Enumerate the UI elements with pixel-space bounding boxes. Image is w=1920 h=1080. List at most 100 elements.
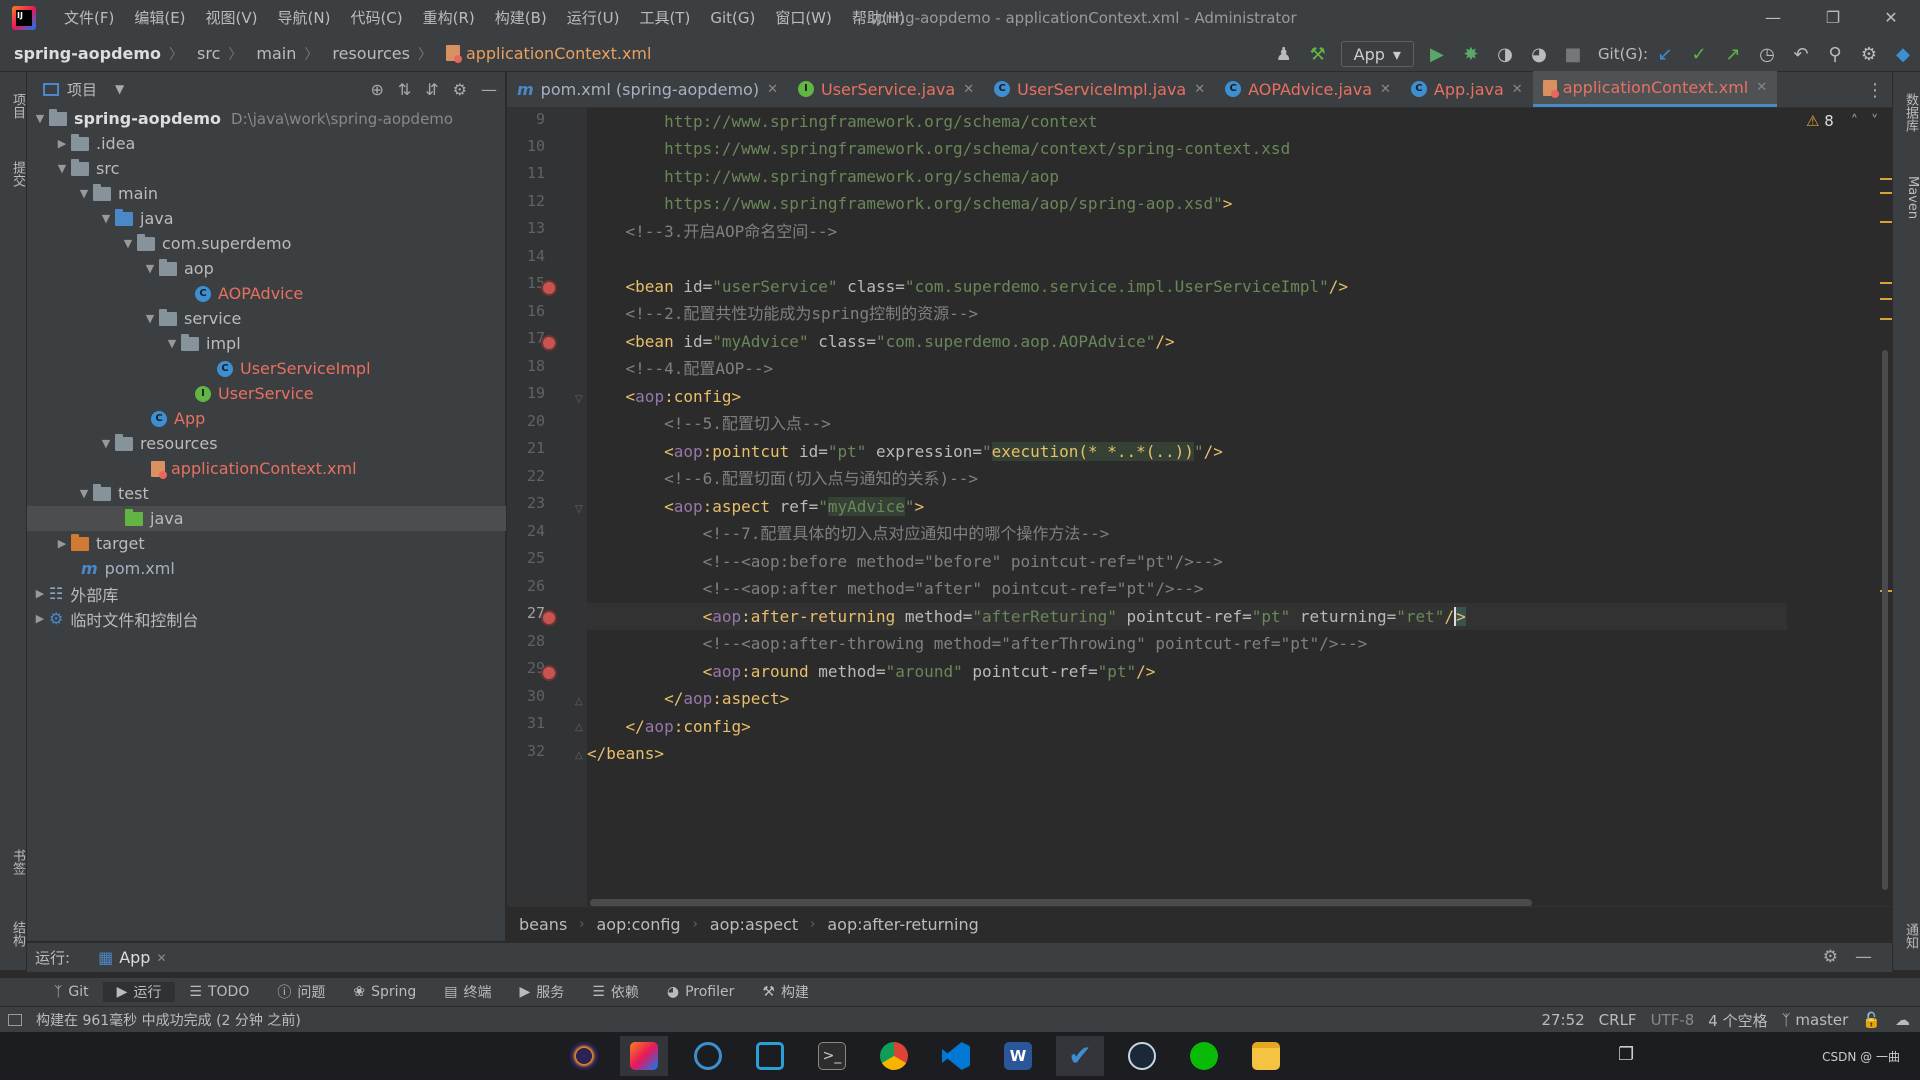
- build-hammer-icon[interactable]: ⚒: [1301, 36, 1335, 72]
- tool-tab-maven[interactable]: Maven: [1893, 168, 1920, 228]
- menu-code[interactable]: 代码(C): [340, 0, 412, 36]
- tree-node-service[interactable]: ▼ service: [27, 306, 506, 331]
- chevron-down-icon[interactable]: ▼: [75, 187, 93, 200]
- tool-terminal[interactable]: ▤ 终端: [430, 982, 505, 1002]
- tree-node-target[interactable]: ▶ target: [27, 531, 506, 556]
- chevron-down-icon[interactable]: ▼: [75, 487, 93, 500]
- chrome-icon[interactable]: [870, 1036, 918, 1076]
- chevron-right-icon[interactable]: ▶: [53, 537, 71, 550]
- close-icon[interactable]: ✕: [1194, 82, 1205, 97]
- gear-icon[interactable]: ⚙: [453, 80, 467, 99]
- tree-node-resources[interactable]: ▼ resources: [27, 431, 506, 456]
- tree-node-aop[interactable]: ▼ aop: [27, 256, 506, 281]
- tab-userserviceimpl[interactable]: C UserServiceImpl.java ✕: [984, 71, 1215, 107]
- tab-app[interactable]: C App.java ✕: [1401, 71, 1533, 107]
- indent-setting[interactable]: 4 个空格: [1708, 1010, 1767, 1031]
- close-window-button[interactable]: ✕: [1862, 0, 1920, 36]
- fold-icon[interactable]: ▽: [575, 394, 583, 405]
- profile-icon[interactable]: ◕: [1522, 36, 1556, 72]
- hide-icon[interactable]: —: [1855, 947, 1872, 967]
- git-commit-icon[interactable]: ✓: [1682, 36, 1716, 72]
- chevron-down-icon[interactable]: ▼: [53, 162, 71, 175]
- menu-tools[interactable]: 工具(T): [629, 0, 700, 36]
- chevron-down-icon[interactable]: ▼: [141, 262, 159, 275]
- tree-node-src[interactable]: ▼ src: [27, 156, 506, 181]
- fold-icon[interactable]: △: [575, 722, 583, 733]
- steam-icon[interactable]: [1118, 1036, 1166, 1076]
- expand-all-icon[interactable]: ⇅: [398, 80, 411, 99]
- tree-node-scratches[interactable]: ▶ ⚙ 临时文件和控制台: [27, 606, 506, 631]
- more-tabs-icon[interactable]: ⋮: [1866, 80, 1884, 101]
- breadcrumb-file[interactable]: applicationContext.xml: [432, 44, 651, 63]
- toggle-panels-icon[interactable]: [8, 1013, 22, 1026]
- tool-problems[interactable]: ⓘ 问题: [263, 982, 339, 1002]
- tool-profiler[interactable]: ◕ Profiler: [653, 984, 749, 1000]
- tab-aopadvice[interactable]: C AOPAdvice.java ✕: [1215, 71, 1401, 107]
- structure-crumb[interactable]: aop:aspect: [698, 915, 810, 934]
- chevron-down-icon[interactable]: ˅: [1871, 112, 1879, 130]
- chevron-down-icon[interactable]: ▼: [141, 312, 159, 325]
- coverage-icon[interactable]: ◑: [1488, 36, 1522, 72]
- wechat-icon[interactable]: [1180, 1036, 1228, 1076]
- breadcrumb-resources[interactable]: resources: [318, 44, 410, 63]
- menu-window[interactable]: 窗口(W): [765, 0, 842, 36]
- tool-dependencies[interactable]: ☰ 依赖: [578, 982, 653, 1002]
- intellij-logo-icon[interactable]: IJ: [12, 6, 36, 30]
- close-icon[interactable]: ✕: [1380, 82, 1391, 97]
- close-icon[interactable]: ✕: [963, 82, 974, 97]
- tool-spring[interactable]: ❀ Spring: [339, 984, 430, 1000]
- git-branch-widget[interactable]: ᛉ master: [1782, 1011, 1849, 1029]
- tool-tab-project[interactable]: 项目: [0, 84, 27, 128]
- locate-icon[interactable]: ⊕: [370, 80, 383, 99]
- tab-applicationcontext[interactable]: applicationContext.xml ✕: [1532, 71, 1778, 107]
- word-icon[interactable]: W: [994, 1036, 1042, 1076]
- bean-gutter-icon[interactable]: [541, 335, 557, 351]
- breadcrumb-src[interactable]: src: [183, 44, 220, 63]
- menu-run[interactable]: 运行(U): [557, 0, 630, 36]
- fold-icon[interactable]: ▽: [575, 504, 583, 515]
- stop-icon[interactable]: ■: [1556, 36, 1590, 72]
- restore-button[interactable]: ❐: [1804, 0, 1862, 36]
- line-separator[interactable]: CRLF: [1599, 1011, 1637, 1029]
- run-tab-app[interactable]: ▦ App ✕: [98, 948, 166, 967]
- app-icon[interactable]: [746, 1036, 794, 1076]
- tool-tab-notifications[interactable]: 通知: [1893, 914, 1920, 958]
- menu-navigate[interactable]: 导航(N): [268, 0, 341, 36]
- hide-icon[interactable]: —: [481, 80, 497, 99]
- tab-userservice[interactable]: I UserService.java ✕: [788, 71, 984, 107]
- tree-node-app[interactable]: C App: [27, 406, 506, 431]
- git-push-icon[interactable]: ↗: [1716, 36, 1750, 72]
- tree-node-project[interactable]: ▼ spring-aopdemo D:\java\work\spring-aopde…: [27, 106, 506, 131]
- minimize-button[interactable]: —: [1744, 0, 1802, 36]
- caret-position[interactable]: 27:52: [1541, 1011, 1584, 1029]
- chevron-down-icon[interactable]: ▼: [163, 337, 181, 350]
- tree-node-test[interactable]: ▼ test: [27, 481, 506, 506]
- chevron-down-icon[interactable]: ▼: [97, 212, 115, 225]
- git-update-icon[interactable]: ↙: [1648, 36, 1682, 72]
- history-icon[interactable]: ◷: [1750, 36, 1784, 72]
- account-icon[interactable]: ♟: [1267, 36, 1301, 72]
- explorer-icon[interactable]: [1242, 1036, 1290, 1076]
- debug-icon[interactable]: ✸: [1454, 36, 1488, 72]
- status-message[interactable]: 构建在 961毫秒 中成功完成 (2 分钟 之前): [36, 1010, 301, 1030]
- tree-node-applicationcontext[interactable]: applicationContext.xml: [27, 456, 506, 481]
- tool-tab-database[interactable]: 数据库: [1893, 82, 1920, 142]
- inspection-widget[interactable]: ⚠ 8 ˄ ˅: [1806, 112, 1878, 130]
- chevron-down-icon[interactable]: ▼: [115, 82, 124, 96]
- todo-icon[interactable]: ✔: [1056, 1036, 1104, 1076]
- fold-icon[interactable]: △: [575, 696, 583, 707]
- eclipse-icon[interactable]: [560, 1036, 608, 1076]
- chevron-down-icon[interactable]: ▼: [31, 112, 49, 125]
- jetbrains-toolbox-icon[interactable]: ◆: [1886, 36, 1920, 72]
- structure-crumb[interactable]: beans: [507, 915, 579, 934]
- tool-todo[interactable]: ☰ TODO: [175, 984, 263, 1000]
- chevron-right-icon[interactable]: ▶: [31, 587, 49, 600]
- terminal-icon[interactable]: >_: [808, 1036, 856, 1076]
- close-icon[interactable]: ✕: [1512, 82, 1523, 97]
- tree-node-impl[interactable]: ▼ impl: [27, 331, 506, 356]
- vmware-icon[interactable]: [684, 1036, 732, 1076]
- chevron-down-icon[interactable]: ▼: [119, 237, 137, 250]
- advice-gutter-icon[interactable]: [541, 665, 557, 681]
- tree-node-aopadvice[interactable]: C AOPAdvice: [27, 281, 506, 306]
- menu-edit[interactable]: 编辑(E): [124, 0, 195, 36]
